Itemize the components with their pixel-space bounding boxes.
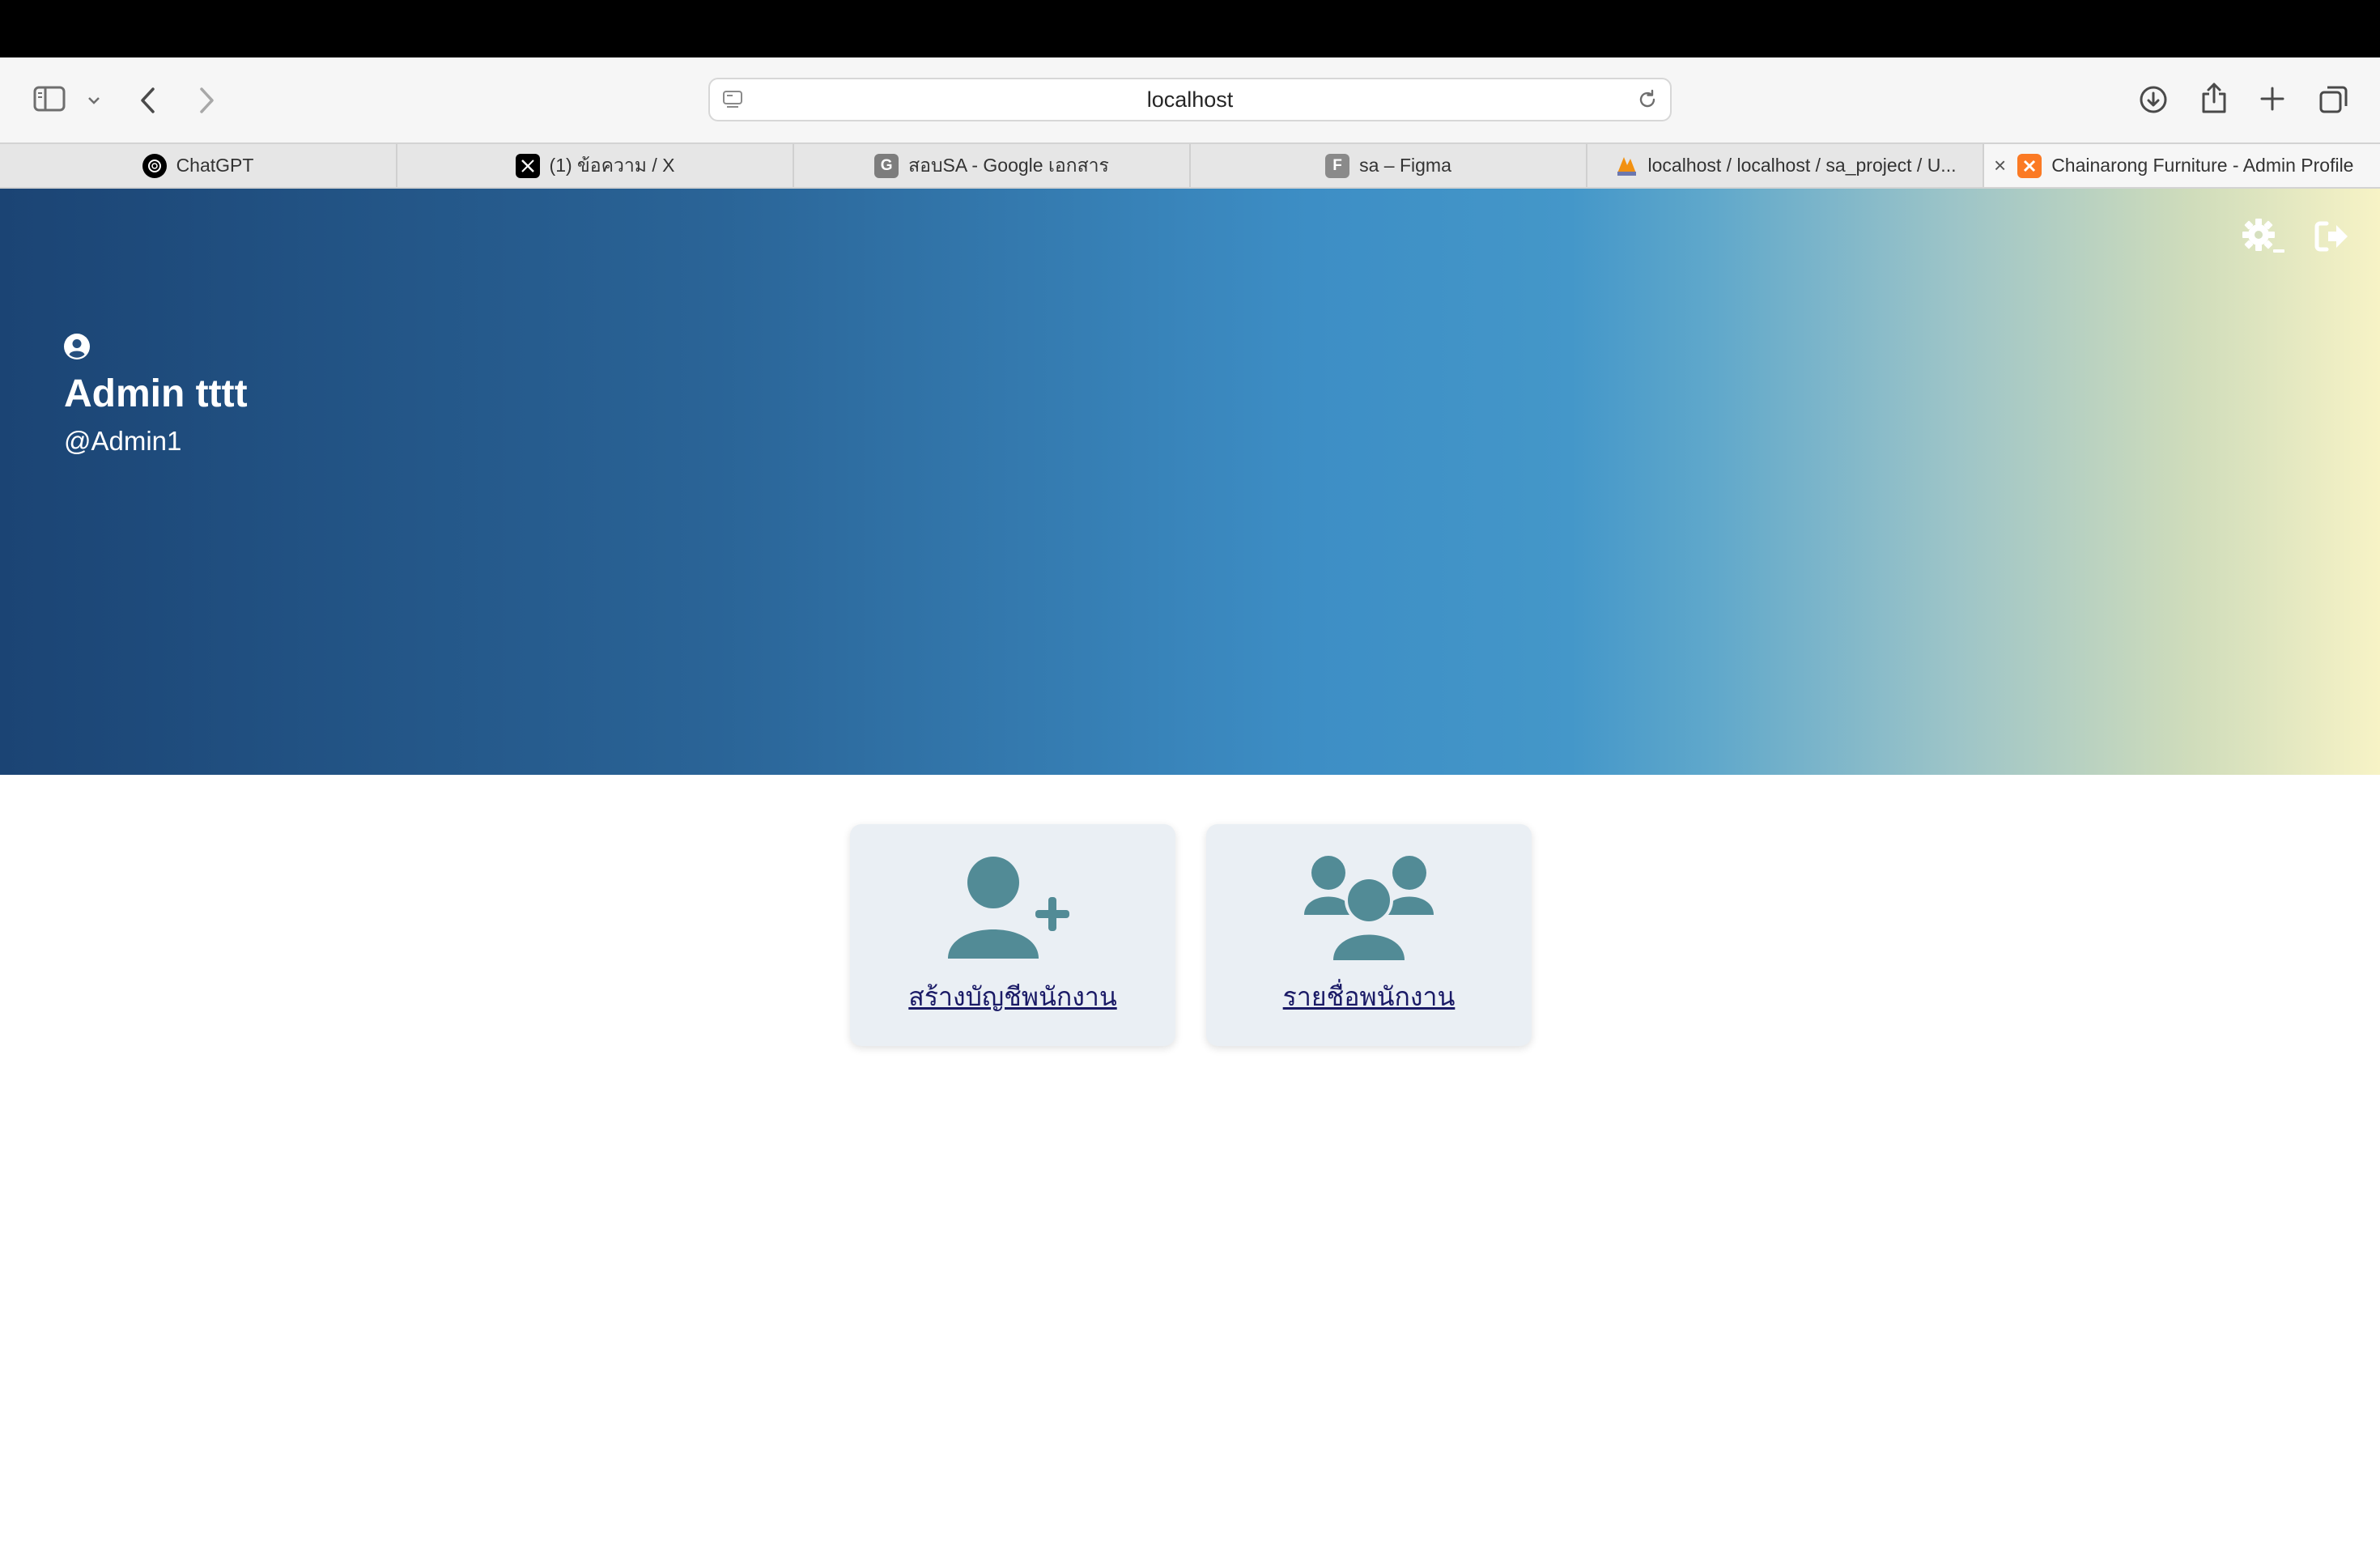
profile-header: Admin tttt @Admin1 bbox=[0, 189, 2380, 775]
tab-x[interactable]: (1) ข้อความ / X bbox=[397, 144, 794, 187]
chatgpt-icon bbox=[142, 153, 167, 178]
admin-username: @Admin1 bbox=[64, 426, 182, 456]
figma-icon: F bbox=[1325, 153, 1350, 178]
tab-title: (1) ข้อความ / X bbox=[549, 154, 675, 176]
tab-phpmyadmin[interactable]: localhost / localhost / sa_project / U..… bbox=[1587, 144, 1984, 187]
xampp-icon bbox=[2017, 153, 2042, 178]
users-icon bbox=[1303, 855, 1435, 964]
screen-top-bar bbox=[0, 0, 2380, 57]
chevron-down-icon[interactable] bbox=[84, 91, 104, 110]
create-employee-account-card[interactable]: สร้างบัญชีพนักงาน bbox=[850, 824, 1175, 1046]
tab-title: ChatGPT bbox=[176, 155, 254, 176]
user-circle-icon bbox=[64, 334, 90, 364]
browser-toolbar: localhost bbox=[0, 57, 2380, 142]
tab-overview-icon[interactable] bbox=[2318, 83, 2350, 116]
downloads-icon[interactable] bbox=[2137, 83, 2170, 116]
create-employee-account-link[interactable]: สร้างบัญชีพนักงาน bbox=[850, 976, 1175, 1018]
reload-icon[interactable] bbox=[1636, 88, 1659, 115]
tab-title: localhost / localhost / sa_project / U..… bbox=[1647, 155, 1957, 176]
tab-google-docs[interactable]: G สอบSA - Google เอกสาร bbox=[794, 144, 1191, 187]
user-plus-icon bbox=[946, 855, 1079, 964]
tab-figma[interactable]: F sa – Figma bbox=[1191, 144, 1587, 187]
new-tab-icon[interactable] bbox=[2258, 84, 2287, 113]
tab-bar: ChatGPT (1) ข้อความ / X G สอบSA - Google… bbox=[0, 142, 2380, 189]
tab-title: Chainarong Furniture - Admin Profile bbox=[2051, 155, 2354, 176]
admin-name: Admin tttt bbox=[64, 372, 248, 415]
url-text: localhost bbox=[1146, 87, 1234, 112]
tab-admin-profile[interactable]: × Chainarong Furniture - Admin Profile bbox=[1984, 144, 2380, 187]
close-tab-icon[interactable]: × bbox=[1994, 153, 2006, 178]
tab-title: sa – Figma bbox=[1359, 155, 1451, 176]
tab-title: สอบSA - Google เอกสาร bbox=[908, 154, 1109, 176]
user-settings-icon[interactable] bbox=[2241, 217, 2286, 262]
google-docs-icon: G bbox=[874, 153, 899, 178]
tab-chatgpt[interactable]: ChatGPT bbox=[0, 144, 397, 187]
share-icon[interactable] bbox=[2198, 80, 2230, 116]
x-icon bbox=[515, 153, 540, 178]
sidebar-toggle-icon[interactable] bbox=[31, 83, 68, 115]
employee-list-card[interactable]: รายชื่อพนักงาน bbox=[1206, 824, 1532, 1046]
employee-list-link[interactable]: รายชื่อพนักงาน bbox=[1206, 976, 1532, 1018]
forward-icon[interactable] bbox=[194, 84, 219, 117]
logout-icon[interactable] bbox=[2314, 220, 2351, 257]
address-bar[interactable]: localhost bbox=[708, 78, 1672, 121]
phpmyadmin-icon bbox=[1614, 154, 1638, 178]
back-icon[interactable] bbox=[136, 84, 160, 117]
